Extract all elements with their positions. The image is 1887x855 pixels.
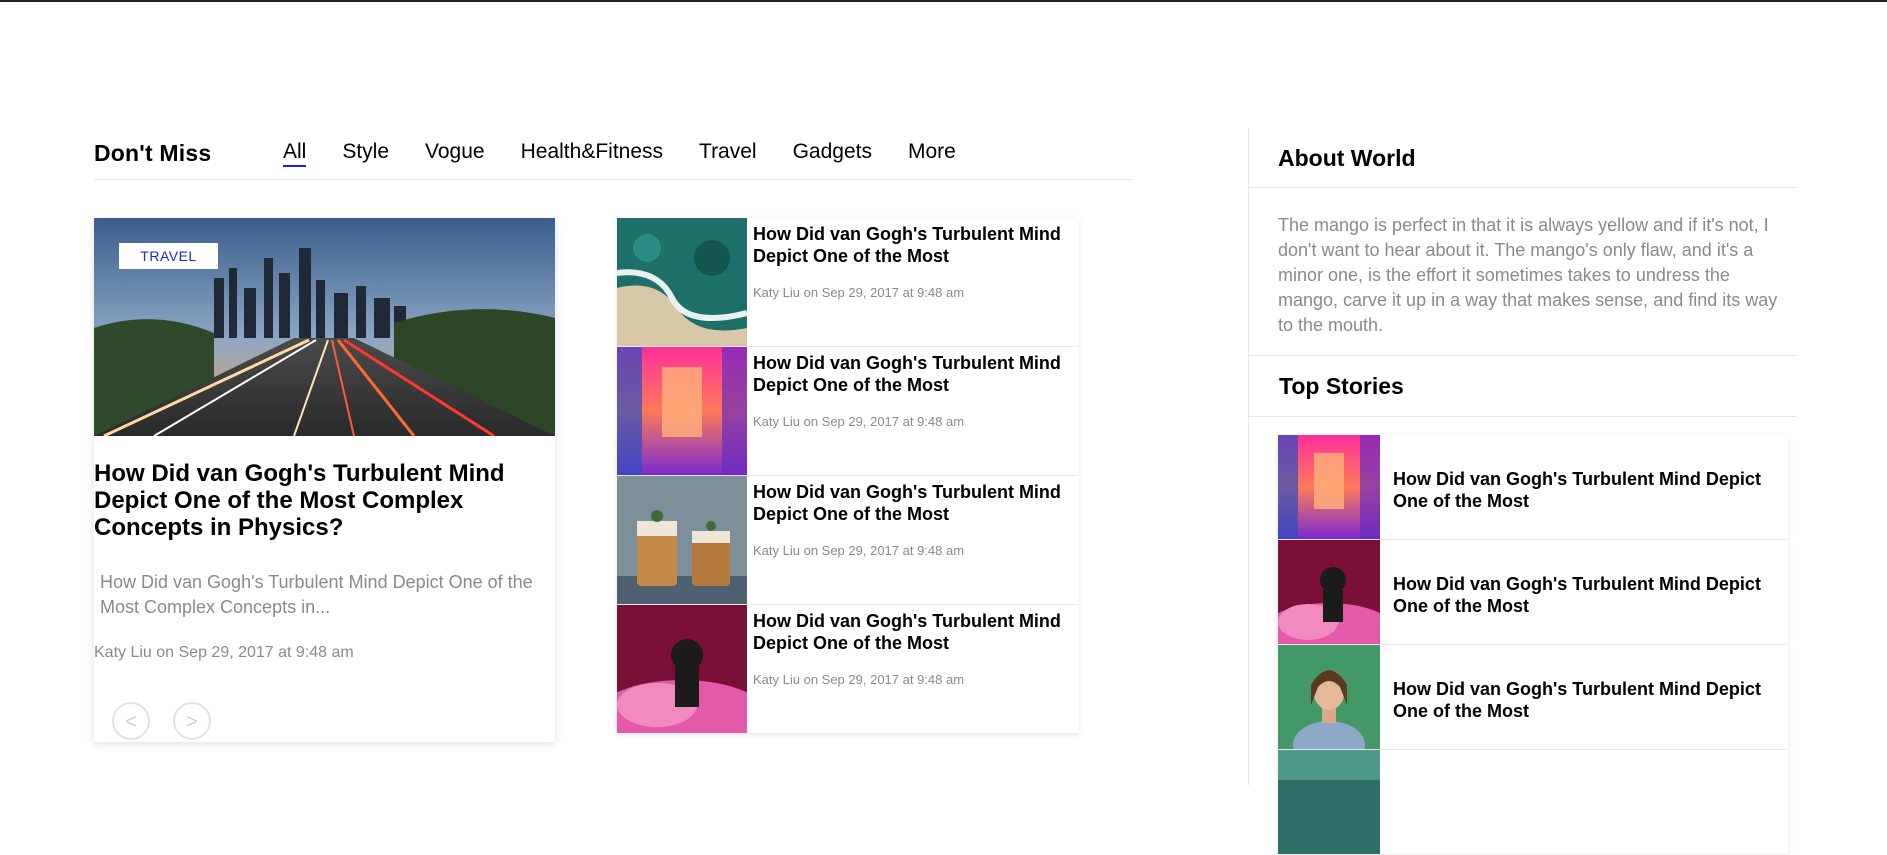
top-story-item[interactable]: How Did van Gogh's Turbulent Mind Depict… xyxy=(1278,645,1788,749)
article-title[interactable]: How Did van Gogh's Turbulent Mind Depict… xyxy=(753,481,1073,525)
sidebar: About World The mango is perfect in that… xyxy=(1248,128,1797,854)
article-meta: Katy Liu on Sep 29, 2017 at 9:48 am xyxy=(753,285,965,300)
top-story-item[interactable]: How Did van Gogh's Turbulent Mind Depict… xyxy=(1278,540,1788,644)
list-item[interactable]: How Did van Gogh's Turbulent Mind Depict… xyxy=(617,605,1079,733)
tab-gadgets[interactable]: Gadgets xyxy=(793,140,872,164)
thumbnail-woman-portrait[interactable] xyxy=(1278,645,1380,749)
about-title: About World xyxy=(1278,145,1416,171)
about-text: The mango is perfect in that it is alway… xyxy=(1278,215,1778,335)
divider xyxy=(1249,416,1797,417)
top-story-item[interactable] xyxy=(1278,750,1788,854)
top-story-title[interactable]: How Did van Gogh's Turbulent Mind Depict… xyxy=(1393,573,1783,617)
dont-miss-header: Don't Miss All Style Vogue Health&Fitnes… xyxy=(94,132,1132,180)
top-story-title[interactable]: How Did van Gogh's Turbulent Mind Depict… xyxy=(1393,468,1783,512)
featured-article-card[interactable]: TRAVEL How Did van Gogh's Turbulent Mind… xyxy=(94,218,555,742)
thumbnail-neon-corridor[interactable] xyxy=(1278,435,1380,539)
tab-more[interactable]: More xyxy=(908,140,956,164)
article-meta: Katy Liu on Sep 29, 2017 at 9:48 am xyxy=(753,414,965,429)
section-title: Don't Miss xyxy=(94,140,212,166)
tab-all[interactable]: All xyxy=(283,140,307,167)
article-meta: Katy Liu on Sep 29, 2017 at 9:48 am xyxy=(753,672,965,687)
next-button[interactable]: > xyxy=(173,702,211,740)
top-story-title[interactable]: How Did van Gogh's Turbulent Mind Depict… xyxy=(1393,678,1783,722)
tab-vogue[interactable]: Vogue xyxy=(425,140,485,164)
tab-travel[interactable]: Travel xyxy=(699,140,757,164)
top-story-item[interactable]: How Did van Gogh's Turbulent Mind Depict… xyxy=(1278,435,1788,539)
list-item[interactable]: How Did van Gogh's Turbulent Mind Depict… xyxy=(617,347,1079,475)
thumbnail-green-teal[interactable] xyxy=(1278,750,1380,854)
tab-health-fitness[interactable]: Health&Fitness xyxy=(521,140,663,164)
tab-style[interactable]: Style xyxy=(342,140,389,164)
thumbnail-neon-corridor[interactable] xyxy=(617,347,747,475)
featured-title[interactable]: How Did van Gogh's Turbulent Mind Depict… xyxy=(94,460,534,541)
article-title[interactable]: How Did van Gogh's Turbulent Mind Depict… xyxy=(753,610,1073,654)
article-meta: Katy Liu on Sep 29, 2017 at 9:48 am xyxy=(753,543,965,558)
divider xyxy=(1249,355,1797,356)
featured-excerpt: How Did van Gogh's Turbulent Mind Depict… xyxy=(100,572,533,617)
list-item[interactable]: How Did van Gogh's Turbulent Mind Depict… xyxy=(617,476,1079,604)
category-tabs: All Style Vogue Health&Fitness Travel Ga… xyxy=(283,140,992,167)
thumbnail-aerial-coast[interactable] xyxy=(617,218,747,346)
thumbnail-pink-smoke-figure[interactable] xyxy=(617,605,747,733)
featured-image-city-highway[interactable]: TRAVEL xyxy=(94,218,555,436)
article-title[interactable]: How Did van Gogh's Turbulent Mind Depict… xyxy=(753,223,1073,267)
top-stories-list: How Did van Gogh's Turbulent Mind Depict… xyxy=(1278,435,1788,855)
top-stories-title: Top Stories xyxy=(1279,373,1404,399)
prev-button[interactable]: < xyxy=(112,702,150,740)
list-item[interactable]: How Did van Gogh's Turbulent Mind Depict… xyxy=(617,218,1079,346)
category-tag[interactable]: TRAVEL xyxy=(119,243,218,269)
article-list: How Did van Gogh's Turbulent Mind Depict… xyxy=(617,218,1079,733)
divider xyxy=(1249,187,1797,188)
top-strip xyxy=(0,0,1887,2)
thumbnail-dessert-jars[interactable] xyxy=(617,476,747,604)
thumbnail-pink-smoke-figure[interactable] xyxy=(1278,540,1380,644)
featured-meta: Katy Liu on Sep 29, 2017 at 9:48 am xyxy=(94,644,354,661)
article-title[interactable]: How Did van Gogh's Turbulent Mind Depict… xyxy=(753,352,1073,396)
